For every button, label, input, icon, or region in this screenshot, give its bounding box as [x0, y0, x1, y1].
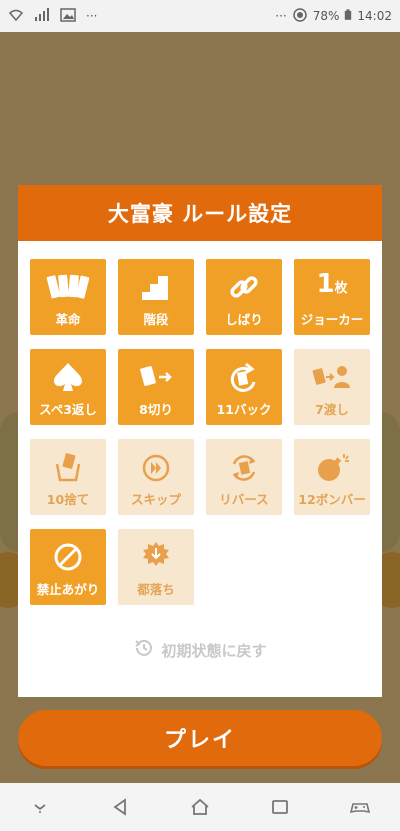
rule-label: しばり — [225, 311, 263, 327]
rule-tile-twelve-bomber[interactable]: 12ボンバー — [294, 439, 370, 515]
rule-tile-capital-fall[interactable]: 都落ち — [118, 529, 194, 605]
rule-label: 12ボンバー — [298, 491, 366, 507]
rule-tile-spade3[interactable]: スペ3返し — [30, 349, 106, 425]
android-navbar — [0, 783, 400, 831]
joker-count-unit: 枚 — [334, 281, 348, 296]
joker-count: 1 — [316, 269, 335, 299]
card-cut-icon — [134, 357, 178, 397]
dialog-title: 大富豪 ルール設定 — [18, 185, 382, 241]
rule-tile-eleven-back[interactable]: 11バック — [206, 349, 282, 425]
rule-tile-joker[interactable]: 1枚 ジョーカー — [294, 259, 370, 335]
chain-link-icon — [222, 267, 266, 307]
battery-icon — [344, 8, 352, 25]
rule-tile-skip[interactable]: スキップ — [118, 439, 194, 515]
bomb-icon — [310, 447, 354, 487]
down-chevron-icon[interactable] — [22, 789, 58, 825]
rule-label: スキップ — [130, 491, 181, 507]
rule-label: 11バック — [216, 401, 272, 417]
image-icon — [60, 7, 76, 25]
reset-label: 初期状態に戻す — [161, 641, 267, 660]
rule-label: 10捨て — [46, 491, 90, 507]
back-icon[interactable] — [102, 789, 138, 825]
signal-icon — [34, 7, 50, 25]
rule-tile-forbidden-finish[interactable]: 禁止あがり — [30, 529, 106, 605]
status-bar: ··· ··· 78% 14:02 — [0, 0, 400, 32]
rule-label: 7渡し — [315, 401, 349, 417]
rule-tile-stairs[interactable]: 階段 — [118, 259, 194, 335]
pass-card-icon — [310, 357, 354, 397]
rule-label: 階段 — [143, 311, 169, 327]
rule-grid: 革命 階段 しばり 1枚 ジョーカー スペ3返し 8切り 11バック 7渡し 1… — [30, 259, 370, 605]
status-overflow-dots: ··· — [275, 9, 287, 23]
rule-label: 禁止あがり — [36, 581, 100, 597]
rule-label: ジョーカー — [300, 311, 364, 327]
home-icon[interactable] — [182, 789, 218, 825]
rule-tile-ten-discard[interactable]: 10捨て — [30, 439, 106, 515]
rule-label: 都落ち — [137, 581, 175, 597]
gamepad-icon[interactable] — [342, 789, 378, 825]
rule-tile-binding[interactable]: しばり — [206, 259, 282, 335]
history-icon — [133, 637, 155, 663]
one-count-icon: 1枚 — [316, 267, 347, 307]
rule-label: 革命 — [55, 311, 81, 327]
rule-label: スペ3返し — [39, 401, 97, 417]
rule-tile-reverse[interactable]: リバース — [206, 439, 282, 515]
battery-percent: 78% — [312, 9, 340, 23]
stairs-icon — [134, 267, 178, 307]
overflow-dots: ··· — [86, 9, 98, 23]
spade-icon — [46, 357, 90, 397]
reset-defaults-button[interactable]: 初期状態に戻す — [18, 637, 382, 663]
rule-settings-dialog: 大富豪 ルール設定 革命 階段 しばり 1枚 ジョーカー スペ3返し 8切り 1… — [18, 185, 382, 697]
rule-label: 8切り — [139, 401, 173, 417]
recents-icon[interactable] — [262, 789, 298, 825]
rule-tile-seven-pass[interactable]: 7渡し — [294, 349, 370, 425]
reverse-icon — [222, 447, 266, 487]
rule-tile-eight-cut[interactable]: 8切り — [118, 349, 194, 425]
wifi-icon — [8, 8, 24, 25]
rule-tile-revolution[interactable]: 革命 — [30, 259, 106, 335]
skip-icon — [134, 447, 178, 487]
cards-icon — [46, 267, 90, 307]
rule-label: リバース — [219, 491, 269, 507]
dnd-icon — [292, 7, 308, 25]
fall-icon — [134, 537, 178, 577]
clock: 14:02 — [357, 9, 392, 23]
play-button[interactable]: プレイ — [18, 710, 382, 766]
back-arrow-icon — [222, 357, 266, 397]
discard-icon — [46, 447, 90, 487]
prohibited-icon — [46, 537, 90, 577]
